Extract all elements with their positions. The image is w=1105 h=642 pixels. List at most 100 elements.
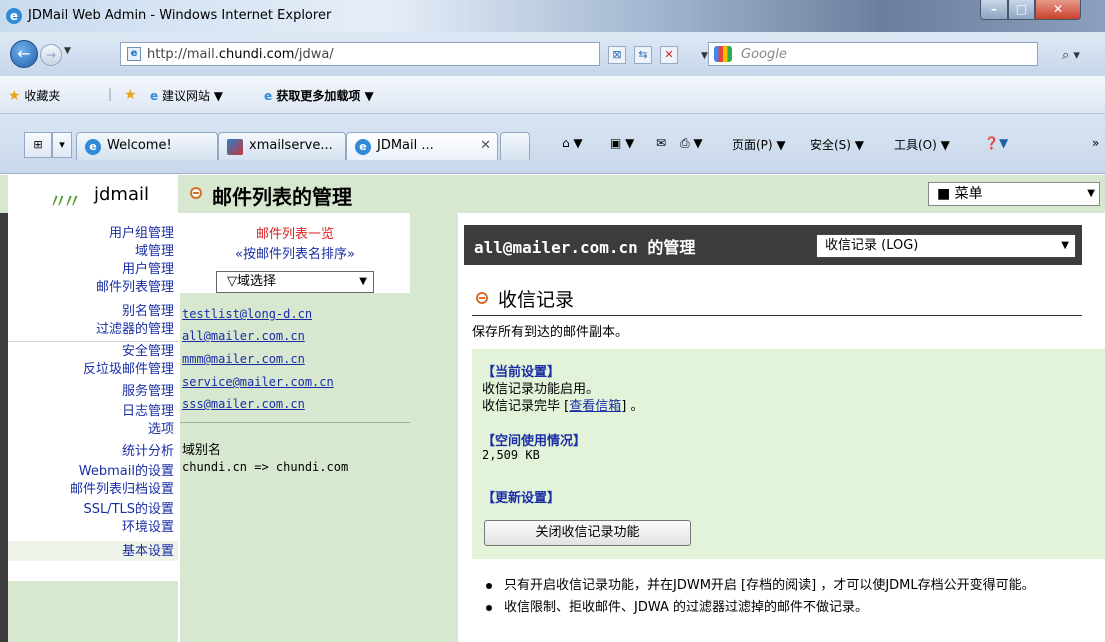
settings-box: 【当前设置】 收信记录功能启用。 收信记录完毕 [查看信箱] 。 【空间使用情况… bbox=[472, 349, 1105, 559]
nav-security[interactable]: 安全管理 bbox=[122, 343, 174, 361]
home-icon[interactable]: ⌂ ▼ bbox=[562, 136, 583, 150]
feeds-icon[interactable]: ▣ ▼ bbox=[610, 136, 634, 150]
chevron-down-icon: ▼ bbox=[1087, 188, 1095, 199]
nav-users[interactable]: 用户管理 bbox=[122, 261, 174, 279]
star-icon: ★ bbox=[8, 88, 21, 104]
function-select[interactable]: 收信记录 (LOG) ▼ bbox=[816, 234, 1076, 258]
stop-icon[interactable]: ✕ bbox=[660, 46, 678, 64]
tab-jdmail[interactable]: e JDMail ... ✕ bbox=[346, 132, 498, 160]
nav-divider bbox=[8, 341, 178, 342]
nav-aliases[interactable]: 别名管理 bbox=[122, 303, 174, 321]
mail-icon[interactable]: ✉ bbox=[656, 136, 666, 150]
nav-webmail-settings[interactable]: Webmail的设置 bbox=[79, 463, 174, 481]
ie-logo-icon: e bbox=[6, 8, 22, 24]
favorites-button[interactable]: ★ 收藏夹 bbox=[8, 87, 60, 104]
tab-xmailserver[interactable]: xmailserve... bbox=[218, 132, 346, 160]
left-nav: 用户组管理 域管理 用户管理 邮件列表管理 别名管理 过滤器的管理 安全管理 反… bbox=[0, 213, 178, 642]
maximize-button[interactable]: □ bbox=[1008, 0, 1035, 20]
logo: 〃〃 jdmail bbox=[8, 175, 178, 213]
quick-tabs-icon[interactable]: ⊞ bbox=[24, 132, 52, 158]
nav-basic-settings[interactable]: 基本设置 bbox=[122, 543, 174, 561]
close-tab-icon[interactable]: ✕ bbox=[480, 133, 491, 159]
search-icon[interactable]: ⌕ ▾ bbox=[1062, 48, 1080, 63]
mailing-list-link[interactable]: service@mailer.com.cn bbox=[182, 375, 334, 389]
leaf-logo-icon: 〃〃 bbox=[48, 189, 82, 213]
page-icon: e bbox=[127, 47, 141, 61]
new-tab-button[interactable] bbox=[500, 132, 530, 160]
add-favorite-icon[interactable]: ★ bbox=[124, 87, 137, 103]
main-panel: all@mailer.com.cn 的管理 收信记录 (LOG) ▼ 收信记录 保… bbox=[464, 213, 1105, 642]
mailing-list-link[interactable]: testlist@long-d.cn bbox=[182, 307, 312, 321]
site-tab-icon bbox=[227, 139, 243, 155]
back-button[interactable]: ← bbox=[10, 40, 38, 68]
mailing-list-heading: 邮件列表一览 bbox=[255, 227, 334, 242]
nav-stripe bbox=[0, 213, 8, 642]
section-bullet-icon bbox=[476, 292, 488, 304]
nav-filters[interactable]: 过滤器的管理 bbox=[96, 321, 174, 339]
sort-by-name-link[interactable]: «按邮件列表名排序» bbox=[180, 243, 410, 262]
ie-tab-icon: e bbox=[355, 139, 371, 155]
nav-antispam[interactable]: 反垃圾邮件管理 bbox=[83, 361, 174, 379]
nav-user-groups[interactable]: 用户组管理 bbox=[109, 225, 174, 243]
close-window-button[interactable]: ✕ bbox=[1035, 0, 1081, 20]
search-placeholder: Google bbox=[741, 47, 787, 62]
nav-services[interactable]: 服务管理 bbox=[122, 383, 174, 401]
forward-button[interactable]: → bbox=[40, 44, 62, 66]
logo-text: jdmail bbox=[94, 184, 149, 205]
mailing-list-link[interactable]: all@mailer.com.cn bbox=[182, 329, 305, 343]
nav-logs[interactable]: 日志管理 bbox=[122, 403, 174, 421]
window-titlebar: e JDMail Web Admin - Windows Internet Ex… bbox=[0, 0, 1105, 32]
mailing-list-link[interactable]: mmm@mailer.com.cn bbox=[182, 352, 305, 366]
tools-menu[interactable]: 工具(O) ▼ bbox=[894, 136, 950, 153]
address-input[interactable]: e http://mail.chundi.com/jdwa/ ▼ bbox=[120, 42, 708, 66]
nav-mailing-lists[interactable]: 邮件列表管理 bbox=[96, 279, 174, 297]
list-item: 收信限制、拒收邮件、JDWA 的过滤器过滤掉的邮件不做记录。 bbox=[472, 599, 1082, 617]
notes-list: 只有开启收信记录功能，并在JDWM开启 [存档的阅读] ，才可以使JDML存档公… bbox=[472, 577, 1082, 621]
nav-options[interactable]: 选项 bbox=[148, 421, 174, 439]
mailing-list-link[interactable]: sss@mailer.com.cn bbox=[182, 397, 305, 411]
chevron-down-icon: ▼ bbox=[359, 276, 367, 287]
page-menu[interactable]: 页面(P) ▼ bbox=[732, 136, 786, 153]
nav-ssl-tls-settings[interactable]: SSL/TLS的设置 bbox=[83, 501, 174, 519]
safety-menu[interactable]: 安全(S) ▼ bbox=[810, 136, 864, 153]
address-toolbar: ← → ▼ e http://mail.chundi.com/jdwa/ ▼ ⊠… bbox=[0, 32, 1105, 76]
history-dropdown-icon[interactable]: ▼ bbox=[64, 46, 71, 56]
domain-alias-value: chundi.cn => chundi.com bbox=[182, 460, 349, 474]
suggested-sites-link[interactable]: e 建议网站 ▼ bbox=[150, 87, 223, 104]
section-rule bbox=[472, 315, 1082, 316]
tab-welcome[interactable]: e Welcome! bbox=[76, 132, 218, 160]
title-bullet-icon bbox=[190, 187, 202, 199]
refresh-icon[interactable]: ⇆ bbox=[634, 46, 652, 64]
url-dropdown-icon[interactable]: ▼ bbox=[701, 51, 708, 61]
chevron-more-icon[interactable]: » bbox=[1092, 136, 1099, 150]
print-icon[interactable]: ⎙ ▼ bbox=[680, 136, 703, 151]
section-divider bbox=[180, 422, 410, 423]
get-addons-link[interactable]: e 获取更多加载项 ▼ bbox=[264, 87, 374, 104]
nav-environment-settings[interactable]: 环境设置 bbox=[122, 519, 174, 537]
page-title: 邮件列表的管理 bbox=[212, 185, 352, 209]
list-item: 只有开启收信记录功能，并在JDWM开启 [存档的阅读] ，才可以使JDML存档公… bbox=[472, 577, 1082, 595]
compatibility-icon[interactable]: ⊠ bbox=[608, 46, 626, 64]
tab-list-dropdown-icon[interactable]: ▾ bbox=[52, 132, 72, 158]
nav-list-archive-settings[interactable]: 邮件列表归档设置 bbox=[70, 481, 174, 499]
domain-select[interactable]: ▽域选择 ▼ bbox=[216, 271, 374, 293]
search-input[interactable]: Google bbox=[708, 42, 1038, 66]
section-description: 保存所有到达的邮件副本。 bbox=[472, 325, 629, 340]
divider: | bbox=[108, 87, 113, 101]
nav-domains[interactable]: 域管理 bbox=[135, 243, 174, 261]
favorites-bar: ★ 收藏夹 | ★ e 建议网站 ▼ e 获取更多加载项 ▼ bbox=[0, 76, 1105, 114]
bullet-icon bbox=[486, 583, 492, 589]
url-text: http://mail.chundi.com/jdwa/ bbox=[147, 47, 334, 62]
disable-log-button[interactable]: 关闭收信记录功能 bbox=[484, 520, 691, 546]
menu-select[interactable]: ■ 菜单 ▼ bbox=[928, 182, 1100, 206]
bullet-icon bbox=[486, 605, 492, 611]
view-mailbox-link[interactable]: 查看信箱 bbox=[569, 399, 621, 414]
log-complete-text: 收信记录完毕 [查看信箱] 。 bbox=[482, 399, 644, 414]
nav-statistics[interactable]: 统计分析 bbox=[122, 443, 174, 461]
tab-bar: ⊞ ▾ e Welcome! xmailserve... e JDMail ... … bbox=[0, 114, 1105, 174]
ie-tab-icon: e bbox=[85, 139, 101, 155]
chevron-down-icon: ▼ bbox=[1061, 240, 1069, 251]
google-icon bbox=[714, 46, 732, 62]
minimize-button[interactable]: – bbox=[980, 0, 1008, 20]
help-icon[interactable]: ❓▼ bbox=[984, 136, 1008, 150]
